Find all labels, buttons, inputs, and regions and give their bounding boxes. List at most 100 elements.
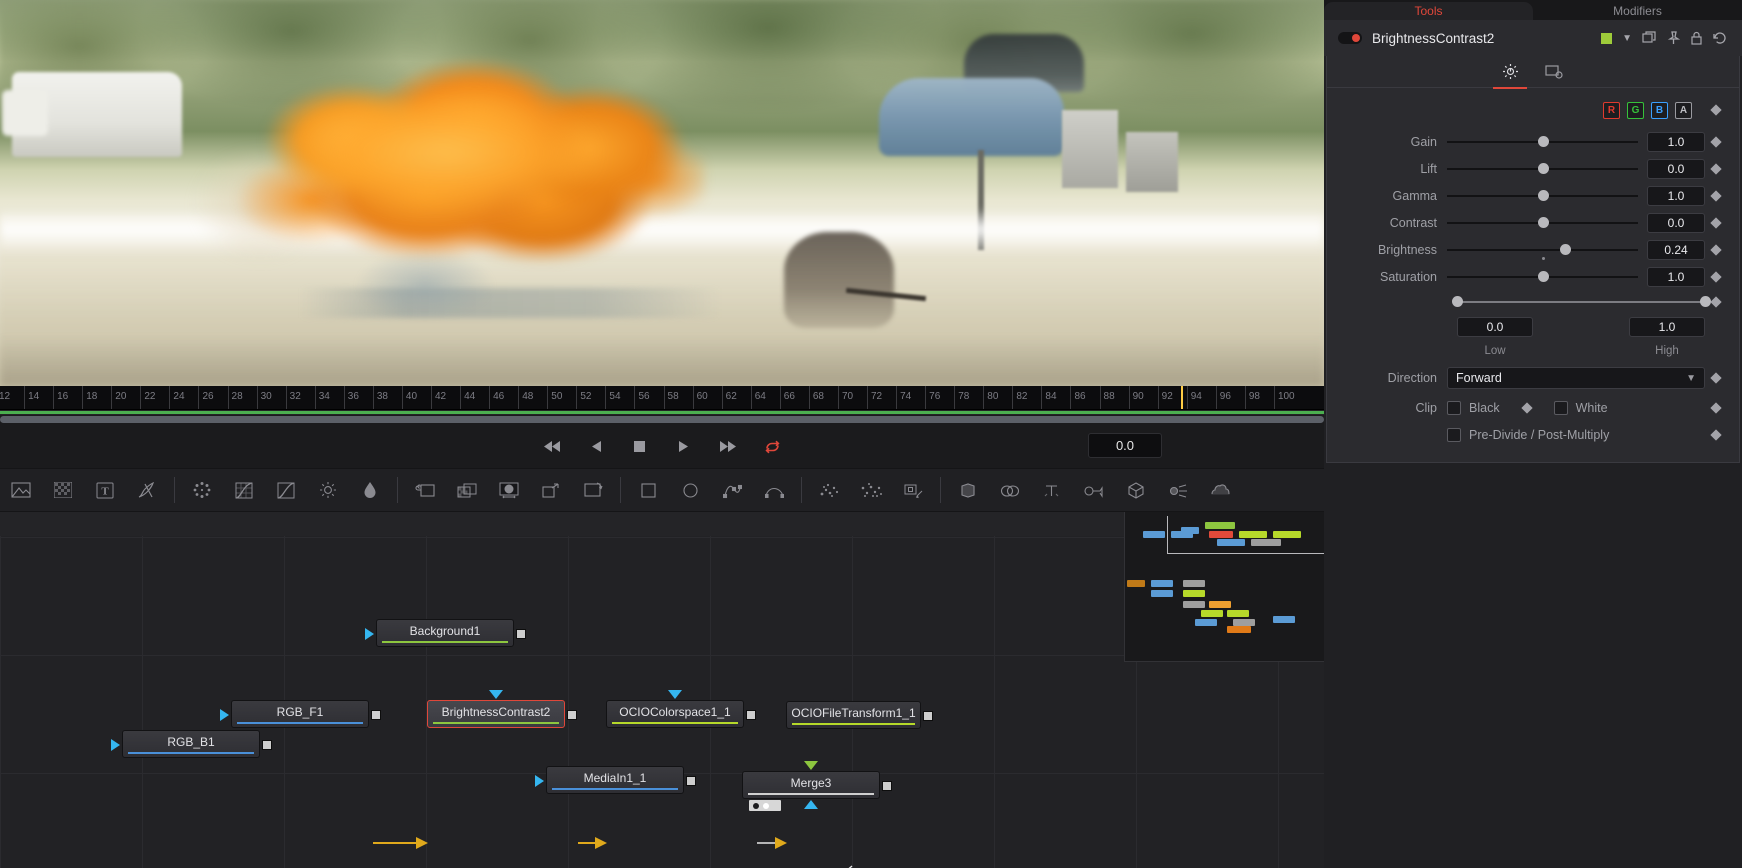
node-input-port[interactable] xyxy=(365,628,374,640)
predivide-keyframe-button[interactable] xyxy=(1705,431,1727,439)
node-rgb-b1[interactable]: RGB_B1 xyxy=(111,730,272,758)
low-value-field[interactable]: 0.0 xyxy=(1457,317,1533,337)
node-toggle-chips[interactable] xyxy=(749,800,781,811)
text-3d-tool[interactable] xyxy=(1031,468,1073,512)
node-merge3[interactable]: Merge3 xyxy=(742,761,892,811)
contrast-slider[interactable] xyxy=(1447,215,1638,231)
lift-slider[interactable] xyxy=(1447,161,1638,177)
lift-keyframe-button[interactable] xyxy=(1705,165,1727,173)
low-high-range-slider[interactable] xyxy=(1452,294,1711,310)
contrast-value-field[interactable]: 0.0 xyxy=(1647,212,1705,233)
merge-tool[interactable] xyxy=(404,468,446,512)
direction-keyframe-button[interactable] xyxy=(1705,374,1727,382)
matte-control-tool[interactable] xyxy=(488,468,530,512)
node-rgb-f1[interactable]: RGB_F1 xyxy=(220,700,381,728)
node-output-port[interactable] xyxy=(567,710,577,720)
node-viewer-indicator[interactable] xyxy=(668,690,682,699)
renderer-3d-tool[interactable] xyxy=(1199,468,1241,512)
gamma-value-field[interactable]: 1.0 xyxy=(1647,185,1705,206)
slider-knob[interactable] xyxy=(1537,270,1549,282)
jump-to-start-button[interactable] xyxy=(539,435,565,457)
node-output-port[interactable] xyxy=(371,710,381,720)
settings-tab-icon[interactable] xyxy=(1545,64,1564,79)
high-value-field[interactable]: 1.0 xyxy=(1629,317,1705,337)
chip-right[interactable] xyxy=(763,802,769,809)
brightness-keyframe-button[interactable] xyxy=(1705,246,1727,254)
paint-tool[interactable] xyxy=(126,468,168,512)
scrollbar-thumb[interactable] xyxy=(0,416,1324,423)
text-tool[interactable]: T xyxy=(84,468,126,512)
brightness-value-field[interactable]: 0.24 xyxy=(1647,239,1705,260)
gain-keyframe-button[interactable] xyxy=(1705,138,1727,146)
spot-light-tool[interactable] xyxy=(1157,468,1199,512)
lock-icon[interactable] xyxy=(1690,31,1703,45)
channels-keyframe-button[interactable] xyxy=(1705,106,1727,114)
color-curves-tool[interactable] xyxy=(223,468,265,512)
clip-white-keyframe-button[interactable] xyxy=(1705,404,1727,412)
node-output-port[interactable] xyxy=(746,710,756,720)
saturation-slider[interactable] xyxy=(1447,269,1638,285)
blur-tool[interactable] xyxy=(181,468,223,512)
clip-black-checkbox[interactable] xyxy=(1447,400,1461,415)
node-ociocolorspace1-1[interactable]: OCIOColorspace1_1 xyxy=(606,690,756,728)
timeline-horizontal-scrollbar[interactable] xyxy=(0,415,1324,424)
slider-knob[interactable] xyxy=(1560,243,1572,255)
cube-3d-tool[interactable] xyxy=(1115,468,1157,512)
chip-left[interactable] xyxy=(753,802,759,809)
dissolve-tool[interactable] xyxy=(446,468,488,512)
node-output-port[interactable] xyxy=(923,711,933,721)
node-output-port[interactable] xyxy=(262,740,272,750)
node-output-port[interactable] xyxy=(686,776,696,786)
slider-knob[interactable] xyxy=(1537,162,1549,174)
image-plane-3d-tool[interactable] xyxy=(947,468,989,512)
camera-3d-tool[interactable] xyxy=(1073,468,1115,512)
node-input-port[interactable] xyxy=(535,775,544,787)
gamma-slider[interactable] xyxy=(1447,188,1638,204)
merge-foreground-input[interactable] xyxy=(804,761,818,770)
tab-modifiers[interactable]: Modifiers xyxy=(1533,2,1742,20)
tool-enable-toggle[interactable] xyxy=(1338,32,1362,44)
node-mediain1-1[interactable]: MediaIn1_1 xyxy=(535,766,696,794)
node-input-port[interactable] xyxy=(111,739,120,751)
node-viewer-indicator[interactable] xyxy=(489,690,503,699)
hue-curves-tool[interactable] xyxy=(349,468,391,512)
loop-button[interactable] xyxy=(759,435,785,457)
bspline-mask-tool[interactable] xyxy=(753,468,795,512)
clip-white-checkbox[interactable] xyxy=(1553,400,1568,415)
jump-to-end-button[interactable] xyxy=(715,435,741,457)
chevron-down-icon[interactable]: ▼ xyxy=(1622,33,1632,44)
resize-tool[interactable] xyxy=(530,468,572,512)
tracker-tool[interactable] xyxy=(892,468,934,512)
particle-render-tool[interactable] xyxy=(850,468,892,512)
transform-tool[interactable] xyxy=(572,468,614,512)
color-corrector-tool[interactable] xyxy=(265,468,307,512)
node-color-swatch[interactable] xyxy=(1601,32,1613,44)
gain-slider[interactable] xyxy=(1447,134,1638,150)
slider-knob[interactable] xyxy=(1537,135,1549,147)
step-backward-button[interactable] xyxy=(583,435,609,457)
node-graph-minimap[interactable] xyxy=(1124,512,1324,662)
viewer[interactable] xyxy=(0,0,1324,386)
node-output-port[interactable] xyxy=(516,629,526,639)
checkerboard-tool[interactable] xyxy=(42,468,84,512)
brightness-slider[interactable] xyxy=(1447,242,1638,260)
brightness-contrast-tool[interactable] xyxy=(307,468,349,512)
merge-background-input[interactable] xyxy=(804,800,818,809)
range-low-knob[interactable] xyxy=(1452,296,1463,307)
polygon-mask-tool[interactable] xyxy=(711,468,753,512)
pin-icon[interactable] xyxy=(1667,31,1680,45)
node-background1[interactable]: Background1 xyxy=(365,619,526,647)
copy-settings-icon[interactable] xyxy=(1642,31,1657,45)
timeline-playhead[interactable] xyxy=(1181,386,1183,409)
channel-a[interactable]: A xyxy=(1675,101,1692,119)
tab-tools[interactable]: Tools xyxy=(1324,2,1533,20)
shape-3d-tool[interactable] xyxy=(989,468,1031,512)
channel-r[interactable]: R xyxy=(1603,101,1620,119)
gain-value-field[interactable]: 1.0 xyxy=(1647,131,1705,152)
node-output-port[interactable] xyxy=(882,781,892,791)
slider-knob[interactable] xyxy=(1537,216,1549,228)
mask-ellipse-tool[interactable] xyxy=(669,468,711,512)
channel-g[interactable]: G xyxy=(1627,101,1644,119)
timeline-ruler[interactable]: 12 14 16 18 20 22 24 26 28 30 32 34 36 38 40 42 44 46 48 50… xyxy=(0,386,1324,410)
saturation-keyframe-button[interactable] xyxy=(1705,273,1727,281)
